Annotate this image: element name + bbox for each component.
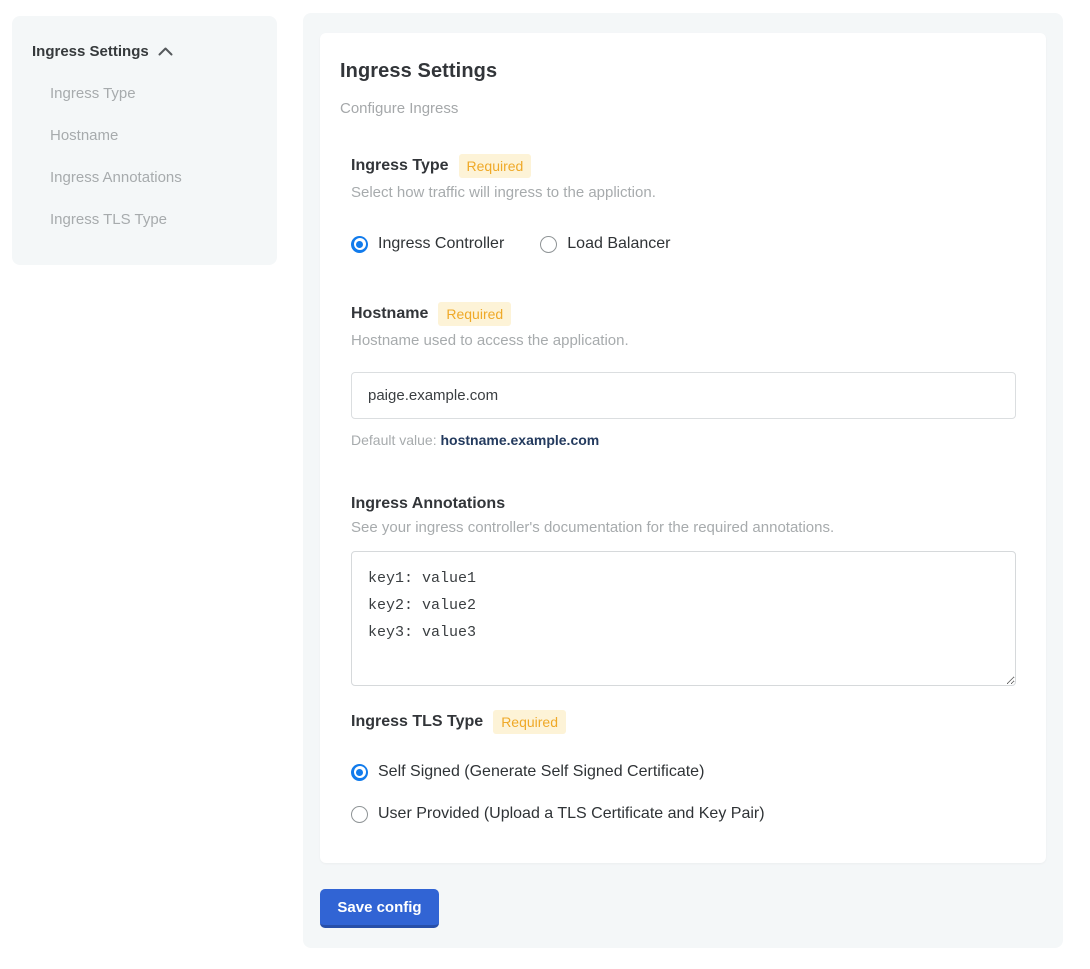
sidebar-group-ingress-settings[interactable]: Ingress Settings (32, 43, 257, 60)
radio-user-provided[interactable] (351, 806, 368, 823)
save-config-button[interactable]: Save config (320, 889, 439, 928)
config-card: Ingress Settings Configure Ingress Ingre… (320, 33, 1046, 863)
radio-load-balancer[interactable] (540, 236, 557, 253)
radio-label: Self Signed (Generate Self Signed Certif… (378, 763, 704, 781)
radio-option-self-signed[interactable]: Self Signed (Generate Self Signed Certif… (351, 763, 1016, 781)
section-ingress-annotations: Ingress Annotations See your ingress con… (351, 495, 1016, 691)
config-nav-sidebar: Ingress Settings Ingress Type Hostname I… (12, 16, 277, 265)
help-text-ingress-annotations: See your ingress controller's documentat… (351, 519, 1016, 536)
section-ingress-tls-type: Ingress TLS Type Required Self Signed (G… (351, 710, 1016, 823)
config-sections: Ingress Type Required Select how traffic… (351, 154, 1016, 823)
section-ingress-type: Ingress Type Required Select how traffic… (351, 154, 1016, 253)
hostname-input[interactable] (351, 372, 1016, 419)
sidebar-item-list: Ingress Type Hostname Ingress Annotation… (50, 86, 257, 228)
sidebar-item-hostname[interactable]: Hostname (50, 128, 257, 144)
chevron-up-icon (158, 47, 173, 56)
radio-label: Load Balancer (567, 235, 670, 253)
page-subtitle: Configure Ingress (340, 100, 1016, 117)
section-label-ingress-type: Ingress Type (351, 157, 449, 175)
default-value-line: Default value: hostname.example.com (351, 432, 1016, 448)
radio-option-user-provided[interactable]: User Provided (Upload a TLS Certificate … (351, 805, 1016, 823)
help-text-ingress-type: Select how traffic will ingress to the a… (351, 184, 1016, 201)
radio-label: User Provided (Upload a TLS Certificate … (378, 805, 765, 823)
radio-option-load-balancer[interactable]: Load Balancer (540, 235, 670, 253)
section-label-ingress-annotations: Ingress Annotations (351, 495, 505, 513)
required-badge: Required (438, 302, 511, 326)
default-value-label: Default value: (351, 432, 437, 448)
radio-ingress-controller[interactable] (351, 236, 368, 253)
radio-self-signed[interactable] (351, 764, 368, 781)
annotations-textarea[interactable]: key1: value1 key2: value2 key3: value3 (351, 551, 1016, 686)
default-value-link[interactable]: hostname.example.com (441, 432, 600, 448)
help-text-hostname: Hostname used to access the application. (351, 332, 1016, 349)
section-hostname: Hostname Required Hostname used to acces… (351, 302, 1016, 448)
required-badge: Required (493, 710, 566, 734)
config-main-panel: Ingress Settings Configure Ingress Ingre… (303, 13, 1063, 948)
radio-option-ingress-controller[interactable]: Ingress Controller (351, 235, 504, 253)
page-title: Ingress Settings (340, 60, 1016, 83)
radio-label: Ingress Controller (378, 235, 504, 253)
sidebar-item-ingress-annotations[interactable]: Ingress Annotations (50, 170, 257, 186)
required-badge: Required (459, 154, 532, 178)
radio-group-ingress-tls-type: Self Signed (Generate Self Signed Certif… (351, 763, 1016, 823)
sidebar-item-ingress-tls-type[interactable]: Ingress TLS Type (50, 212, 257, 228)
section-label-ingress-tls-type: Ingress TLS Type (351, 713, 483, 731)
sidebar-group-label: Ingress Settings (32, 43, 149, 60)
sidebar-item-ingress-type[interactable]: Ingress Type (50, 86, 257, 102)
radio-group-ingress-type: Ingress Controller Load Balancer (351, 235, 1016, 253)
section-label-hostname: Hostname (351, 305, 428, 323)
